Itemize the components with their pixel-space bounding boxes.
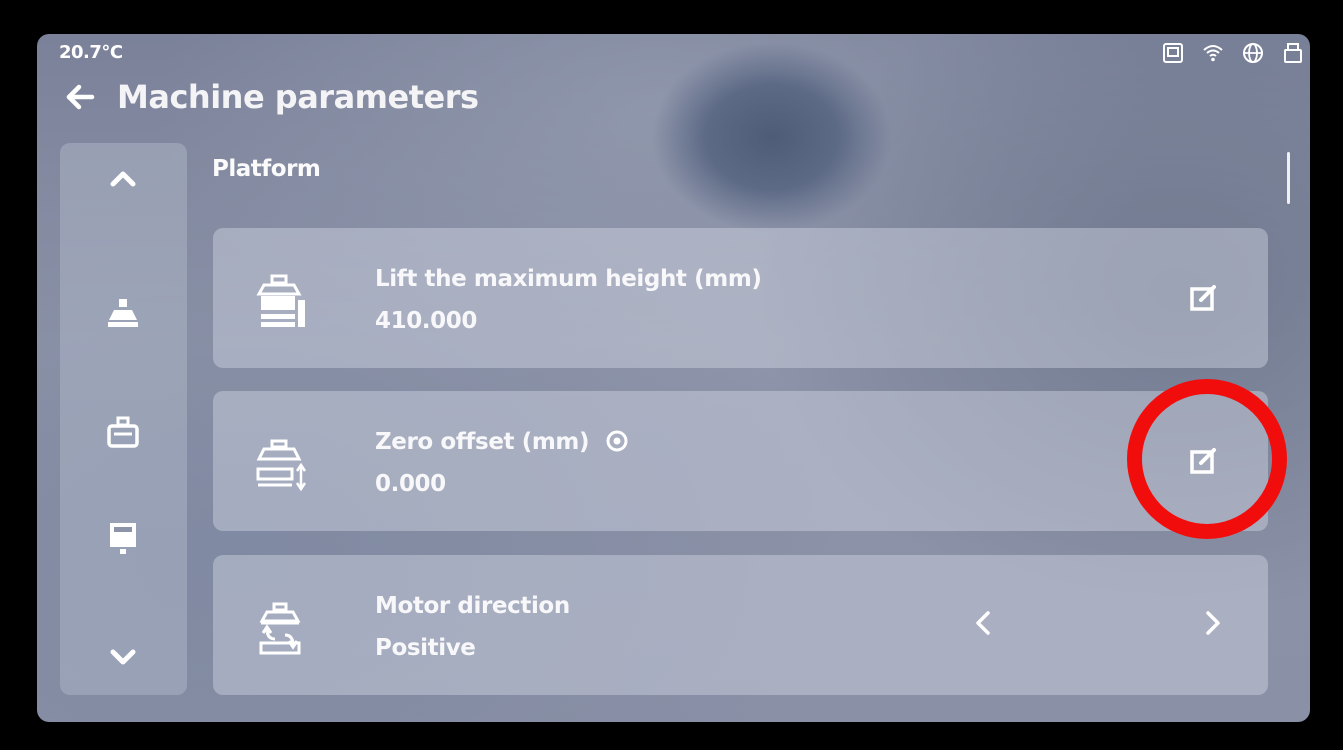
param-label: Motor direction [375, 593, 570, 619]
status-icons [1162, 42, 1304, 64]
param-label: Zero offset (mm) [375, 429, 590, 455]
platform-icon [108, 299, 138, 327]
chevron-right-icon [1206, 611, 1220, 635]
edit-zero-offset-button[interactable] [1188, 446, 1218, 476]
scroll-up-button[interactable] [98, 153, 148, 203]
chevron-up-icon [110, 171, 136, 187]
scroll-indicator[interactable] [1287, 152, 1290, 204]
param-value: Positive [375, 635, 476, 661]
next-option-button[interactable] [1198, 603, 1228, 643]
section-title: Platform [212, 156, 321, 182]
sidebar-item-platform[interactable] [98, 288, 148, 338]
motor-direction-icon [253, 599, 309, 659]
edit-icon [1190, 285, 1216, 311]
vat-icon [107, 416, 139, 448]
chevron-down-icon [110, 649, 136, 665]
edit-lift-height-button[interactable] [1188, 283, 1218, 313]
printer-screen: 20.7°C Machine parameters Platform Lift … [37, 34, 1310, 722]
header: Machine parameters [63, 78, 479, 116]
chevron-left-icon [976, 611, 990, 635]
edit-icon [1190, 448, 1216, 474]
param-card-zero-offset: Zero offset (mm) 0.000 [213, 391, 1268, 531]
param-card-motor-direction: Motor direction Positive [213, 555, 1268, 695]
sidebar-item-vat[interactable] [98, 408, 148, 458]
wifi-icon [1202, 42, 1224, 64]
scroll-down-button[interactable] [98, 633, 148, 683]
sidebar [60, 143, 187, 695]
globe-icon [1242, 42, 1264, 64]
storage-icon [1162, 42, 1184, 64]
param-value: 0.000 [375, 471, 446, 497]
printer-icon [110, 523, 136, 554]
sidebar-item-printer[interactable] [98, 513, 148, 563]
page-title: Machine parameters [117, 78, 479, 116]
back-arrow-icon[interactable] [63, 80, 97, 114]
temperature-readout: 20.7°C [59, 42, 123, 63]
usb-icon [1282, 42, 1304, 64]
param-card-lift-height: Lift the maximum height (mm) 410.000 [213, 228, 1268, 368]
param-label: Lift the maximum height (mm) [375, 266, 762, 292]
help-icon[interactable] [605, 429, 629, 453]
param-label-row: Zero offset (mm) [375, 429, 629, 455]
zero-offset-icon [253, 435, 309, 495]
lift-height-icon [253, 272, 309, 332]
param-value: 410.000 [375, 308, 477, 334]
prev-option-button[interactable] [968, 603, 998, 643]
